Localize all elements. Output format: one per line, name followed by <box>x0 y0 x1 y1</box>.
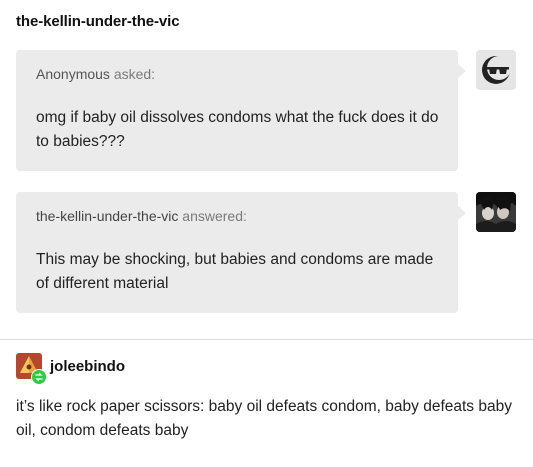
ask-question: omg if baby oil dissolves condoms what t… <box>36 109 439 150</box>
answerer-name[interactable]: the-kellin-under-the-vic <box>36 208 178 224</box>
user-photo-avatar[interactable] <box>476 192 516 232</box>
answer-bubble-arrow <box>458 206 466 220</box>
anonymous-sunglasses-icon <box>476 50 516 90</box>
ask-bubble-arrow <box>458 64 466 78</box>
reblog-icon <box>31 369 47 385</box>
reblog-blog-name[interactable]: joleebindo <box>50 358 125 375</box>
answerer-line: the-kellin-under-the-vic answered: <box>36 208 247 224</box>
asker-verb: asked: <box>113 66 156 82</box>
ask-bubble: Anonymous asked: omg if baby oil dissolv… <box>16 50 466 171</box>
reblog-text: it’s like rock paper scissors: baby oil … <box>16 398 512 439</box>
asker-line: Anonymous asked: <box>36 66 155 82</box>
answer-text: This may be shocking, but babies and con… <box>36 251 434 292</box>
section-divider <box>0 339 533 340</box>
asker-name: Anonymous <box>36 66 110 82</box>
answer-bubble: the-kellin-under-the-vic answered: This … <box>16 192 466 313</box>
post-blog-name[interactable]: the-kellin-under-the-vic <box>16 13 180 30</box>
answerer-verb: answered: <box>182 208 247 224</box>
